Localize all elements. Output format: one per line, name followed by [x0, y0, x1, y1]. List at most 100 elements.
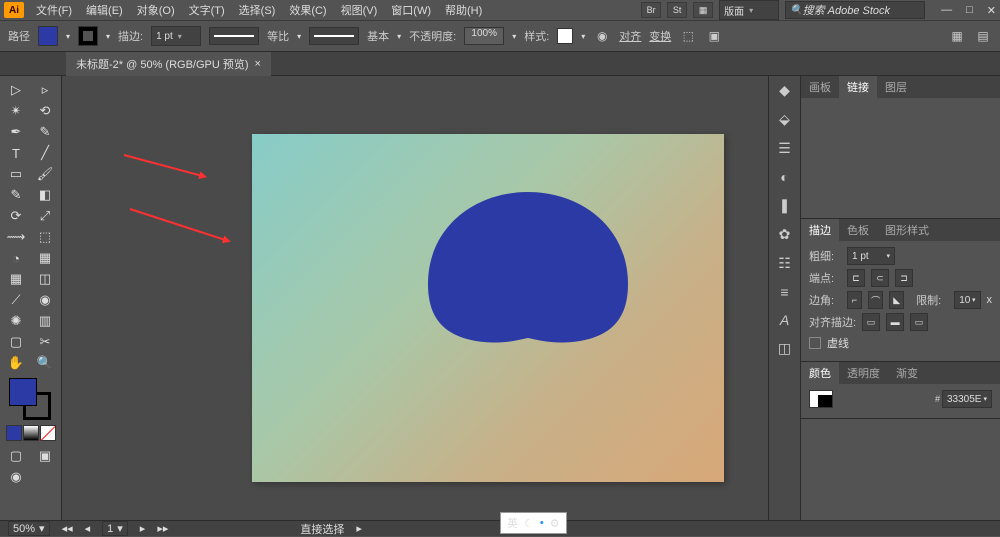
- menu-type[interactable]: 文字(T): [183, 0, 231, 20]
- libraries-panel-icon[interactable]: ⬙: [779, 111, 790, 128]
- properties-panel-icon[interactable]: ◆: [779, 82, 790, 99]
- search-stock-input[interactable]: 🔍 搜索 Adobe Stock: [785, 1, 925, 19]
- arrange-button[interactable]: ▦: [693, 2, 713, 18]
- menu-window[interactable]: 窗口(W): [385, 0, 437, 20]
- stock-button[interactable]: St: [667, 2, 687, 18]
- artboard-nav-next[interactable]: ▸▸: [157, 522, 168, 535]
- maximize-button[interactable]: □: [966, 4, 973, 17]
- direct-selection-tool[interactable]: ▹: [31, 80, 59, 100]
- magic-wand-tool[interactable]: ✴: [2, 101, 30, 121]
- zoom-dropdown[interactable]: 50%▾: [8, 521, 50, 536]
- screen-mode-full[interactable]: ▣: [31, 446, 59, 466]
- screen-mode-normal[interactable]: ▢: [2, 446, 30, 466]
- menu-select[interactable]: 选择(S): [233, 0, 282, 20]
- zoom-tool[interactable]: 🔍: [31, 353, 59, 373]
- ime-indicator[interactable]: 英 ☾ • ⚙: [500, 512, 567, 534]
- free-transform-tool[interactable]: ⬚: [31, 227, 59, 247]
- color-mode-solid[interactable]: [6, 425, 22, 441]
- artboard-tool[interactable]: ▢: [2, 332, 30, 352]
- pen-tool[interactable]: ✒: [2, 122, 30, 142]
- align-stroke-center-icon[interactable]: ▭: [862, 313, 880, 331]
- blend-tool[interactable]: ◉: [31, 290, 59, 310]
- cap-round-icon[interactable]: ⊂: [871, 269, 889, 287]
- rectangle-tool[interactable]: ▭: [2, 164, 30, 184]
- menu-object[interactable]: 对象(O): [131, 0, 181, 20]
- stroke-weight-field[interactable]: 1 pt: [847, 247, 895, 265]
- tab-graphic-styles[interactable]: 图形样式: [877, 219, 937, 241]
- selection-tool[interactable]: ▷: [2, 80, 30, 100]
- canvas[interactable]: [62, 76, 768, 520]
- fill-swatch[interactable]: [38, 26, 58, 46]
- miter-limit-field[interactable]: 10: [954, 291, 980, 309]
- recolor-icon[interactable]: ◉: [593, 27, 611, 45]
- tab-layers[interactable]: 图层: [877, 76, 915, 98]
- corner-miter-icon[interactable]: ⌐: [847, 291, 862, 309]
- eyedropper-tool[interactable]: ⟋: [2, 290, 30, 310]
- pathfinder-panel-icon[interactable]: ◫: [778, 340, 791, 357]
- close-window-button[interactable]: ✕: [987, 4, 996, 17]
- tab-color[interactable]: 颜色: [801, 362, 839, 384]
- symbols-panel-icon[interactable]: ✿: [779, 226, 791, 243]
- draw-mode[interactable]: ◉: [2, 467, 30, 487]
- cap-square-icon[interactable]: ⊐: [895, 269, 913, 287]
- artboard-number[interactable]: 1▾: [102, 521, 128, 536]
- tab-links[interactable]: 链接: [839, 76, 877, 98]
- stroke-swatch[interactable]: [78, 26, 98, 46]
- lasso-tool[interactable]: ⟲: [31, 101, 59, 121]
- menu-help[interactable]: 帮助(H): [439, 0, 488, 20]
- cap-butt-icon[interactable]: ⊏: [847, 269, 865, 287]
- color-mode-none[interactable]: [40, 425, 56, 441]
- artboard-nav-back[interactable]: ◂: [85, 522, 91, 535]
- slice-tool[interactable]: ✂: [31, 332, 59, 352]
- vector-shape[interactable]: [422, 188, 634, 348]
- transform-link[interactable]: 变换: [649, 28, 671, 44]
- fill-stroke-indicator[interactable]: [9, 378, 53, 422]
- corner-round-icon[interactable]: ⌒: [868, 291, 883, 309]
- corner-bevel-icon[interactable]: ◣: [889, 291, 904, 309]
- isolate-icon[interactable]: ⬚: [679, 27, 697, 45]
- scale-tool[interactable]: ⤢: [31, 206, 59, 226]
- artboard-nav-fwd[interactable]: ▸: [140, 522, 146, 535]
- brush-tool[interactable]: 🖌: [31, 164, 59, 184]
- menu-view[interactable]: 视图(V): [335, 0, 384, 20]
- menu-effect[interactable]: 效果(C): [283, 0, 332, 20]
- hand-tool[interactable]: ✋: [2, 353, 30, 373]
- gradient-tool[interactable]: ◫: [31, 269, 59, 289]
- menu-edit[interactable]: 编辑(E): [80, 0, 129, 20]
- align-panel-icon[interactable]: ≡: [780, 284, 788, 300]
- type-tool[interactable]: T: [2, 143, 30, 163]
- mesh-tool[interactable]: ▦: [2, 269, 30, 289]
- stroke-weight-input[interactable]: 1 pt: [151, 26, 201, 46]
- brushes-panel-icon[interactable]: ❚: [779, 197, 791, 214]
- tab-gradient[interactable]: 渐变: [888, 362, 926, 384]
- stroke-profile-dropdown[interactable]: [209, 27, 259, 45]
- graph-tool[interactable]: ▥: [31, 311, 59, 331]
- minimize-button[interactable]: —: [941, 4, 952, 17]
- bridge-button[interactable]: Br: [641, 2, 661, 18]
- graphic-style-swatch[interactable]: [557, 28, 573, 44]
- menu-file[interactable]: 文件(F): [30, 0, 78, 20]
- align-stroke-inside-icon[interactable]: ▬: [886, 313, 904, 331]
- shaper-tool[interactable]: ✎: [2, 185, 30, 205]
- tab-swatches[interactable]: 色板: [839, 219, 877, 241]
- tab-transparency[interactable]: 透明度: [839, 362, 888, 384]
- color-fill-stroke-mini[interactable]: [809, 390, 833, 408]
- prefs-icon[interactable]: ▦: [948, 27, 966, 45]
- close-tab-button[interactable]: ×: [255, 58, 261, 70]
- tab-stroke[interactable]: 描边: [801, 219, 839, 241]
- dashed-checkbox[interactable]: [809, 337, 821, 349]
- align-stroke-outside-icon[interactable]: ▭: [910, 313, 928, 331]
- document-tab[interactable]: 未标题-2* @ 50% (RGB/GPU 预览) ×: [66, 52, 271, 76]
- artboard-nav-prev[interactable]: ◂◂: [62, 522, 73, 535]
- ime-gear-icon[interactable]: ⚙: [550, 517, 560, 530]
- rotate-tool[interactable]: ⟳: [2, 206, 30, 226]
- type-panel-icon[interactable]: A: [780, 312, 789, 328]
- align-link[interactable]: 对齐: [619, 28, 641, 44]
- layers-panel-icon[interactable]: ☰: [778, 140, 791, 157]
- curvature-tool[interactable]: ✎: [31, 122, 59, 142]
- symbol-sprayer-tool[interactable]: ✺: [2, 311, 30, 331]
- stroke-panel-icon[interactable]: ☷: [778, 255, 791, 272]
- fill-color-box[interactable]: [9, 378, 37, 406]
- perspective-tool[interactable]: ▦: [31, 248, 59, 268]
- artboard[interactable]: [252, 134, 724, 482]
